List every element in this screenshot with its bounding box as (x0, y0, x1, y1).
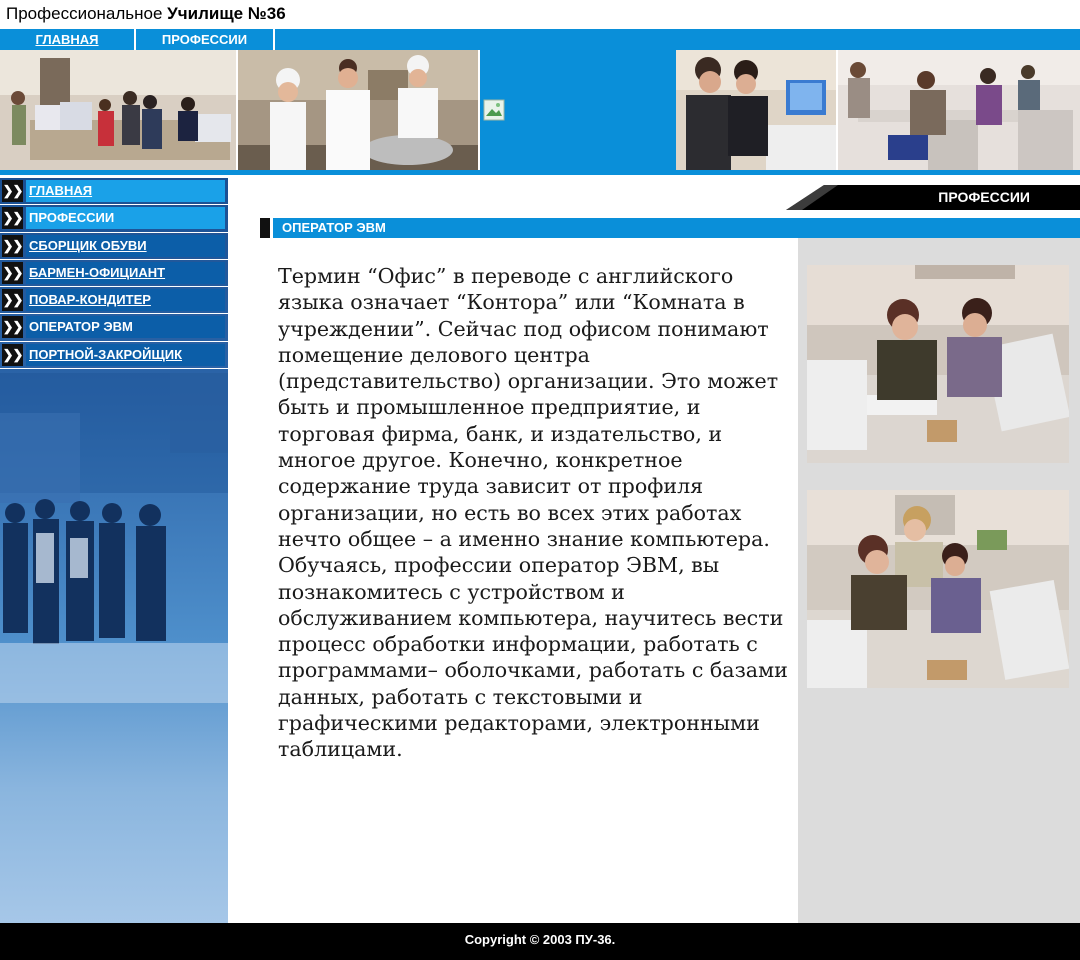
sidebar: ❯❯ ГЛАВНАЯ ❯❯ ПРОФЕССИИ ❯❯ СБОРЩИК ОБУВИ… (0, 178, 228, 923)
top-nav: ГЛАВНАЯ ПРОФЕССИИ (0, 29, 1080, 50)
sidebar-item-label[interactable]: ПОРТНОЙ-ЗАКРОЙЩИК (26, 343, 225, 366)
sidebar-item-cook-confectioner[interactable]: ❯❯ ПОВАР-КОНДИТЕР (0, 287, 228, 315)
article-paragraph: Термин “Офис” в переводе с английского я… (278, 264, 779, 551)
sidebar-item-label[interactable]: ГЛАВНАЯ (26, 180, 225, 202)
double-chevron-right-icon: ❯❯ (2, 343, 23, 366)
double-chevron-right-icon: ❯❯ (2, 234, 23, 257)
double-chevron-right-icon: ❯❯ (2, 289, 23, 312)
sidebar-item-tailor-cutter[interactable]: ❯❯ ПОРТНОЙ-ЗАКРОЙЩИК (0, 342, 228, 370)
sidebar-item-computer-operator[interactable]: ❯❯ ОПЕРАТОР ЭВМ (0, 314, 228, 342)
banner-separator (478, 50, 480, 170)
top-nav-home-link[interactable]: ГЛАВНАЯ (0, 29, 136, 50)
sidebar-item-bartender-waiter[interactable]: ❯❯ БАРМЕН-ОФИЦИАНТ (0, 260, 228, 288)
sidebar-item-label[interactable]: ПРОФЕССИИ (26, 207, 225, 230)
category-tab-label: ПРОФЕССИИ (938, 189, 1030, 205)
sidebar-item-home[interactable]: ❯❯ ГЛАВНАЯ (0, 178, 228, 206)
broken-image-icon (483, 99, 505, 121)
double-chevron-right-icon: ❯❯ (2, 180, 23, 202)
photo-students-at-computer-2 (807, 490, 1069, 688)
sidebar-item-label[interactable]: БАРМЕН-ОФИЦИАНТ (26, 261, 225, 284)
sidebar-item-label[interactable]: ПОВАР-КОНДИТЕР (26, 289, 225, 312)
sidebar-item-label[interactable]: СБОРЩИК ОБУВИ (26, 234, 225, 257)
sidebar-students-photo (0, 373, 228, 703)
photo-column (798, 238, 1080, 923)
banner-photo-classroom (0, 50, 236, 170)
photo-students-at-computer-1 (807, 265, 1069, 463)
sidebar-menu: ❯❯ ГЛАВНАЯ ❯❯ ПРОФЕССИИ ❯❯ СБОРЩИК ОБУВИ… (0, 178, 228, 370)
double-chevron-right-icon: ❯❯ (2, 316, 23, 339)
sidebar-item-professions[interactable]: ❯❯ ПРОФЕССИИ (0, 205, 228, 233)
double-chevron-right-icon: ❯❯ (2, 207, 23, 230)
double-chevron-right-icon: ❯❯ (2, 261, 23, 284)
top-nav-professions-link[interactable]: ПРОФЕССИИ (136, 29, 275, 50)
banner-photo-sewing-workshop (838, 50, 1080, 170)
header-banner (0, 50, 1080, 170)
site-title-regular: Профессиональное (6, 4, 168, 23)
category-tab: ПРОФЕССИИ (786, 185, 1080, 210)
article-paragraph: Обучаясь, профессии оператор ЭВМ, вы поз… (278, 553, 788, 762)
banner-bottom-bar (0, 170, 1080, 175)
sidebar-item-label[interactable]: ОПЕРАТОР ЭВМ (26, 316, 225, 339)
site-title: Профессиональное Училище №36 (6, 4, 286, 24)
sidebar-item-shoe-assembler[interactable]: ❯❯ СБОРЩИК ОБУВИ (0, 233, 228, 260)
section-header-marker (260, 218, 270, 238)
banner-photo-computer-lab (676, 50, 836, 170)
section-title: ОПЕРАТОР ЭВМ (273, 218, 1080, 238)
footer: Copyright © 2003 ПУ-36. (0, 923, 1080, 960)
site-title-bar: Профессиональное Училище №36 (0, 0, 1080, 28)
site-title-bold: Училище №36 (167, 4, 286, 23)
footer-copyright: Copyright © 2003 ПУ-36. (464, 932, 616, 947)
section-header: ОПЕРАТОР ЭВМ (260, 218, 1080, 238)
banner-photo-kitchen (238, 50, 478, 170)
article-text: Термин “Офис” в переводе с английского я… (278, 263, 788, 763)
